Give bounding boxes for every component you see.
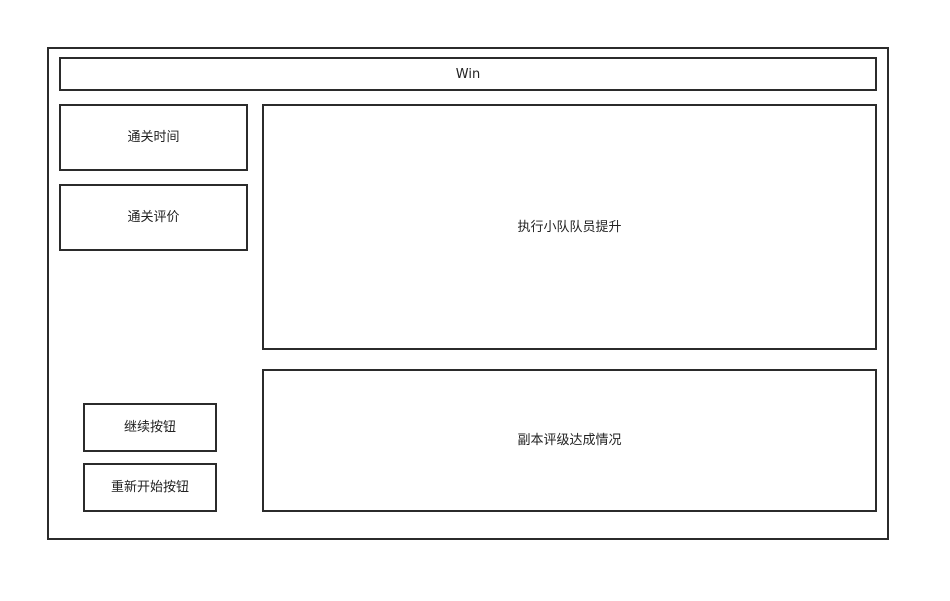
clear-rating-panel: 通关评价	[59, 184, 248, 251]
continue-button[interactable]: 继续按钮	[83, 403, 217, 452]
dungeon-rating-label: 副本评级达成情况	[517, 433, 622, 448]
restart-button-label: 重新开始按钮	[110, 480, 189, 495]
clear-time-panel: 通关时间	[59, 104, 248, 171]
clear-time-label: 通关时间	[127, 130, 180, 145]
restart-button[interactable]: 重新开始按钮	[83, 463, 217, 512]
window-title: Win	[455, 66, 481, 82]
continue-button-label: 继续按钮	[123, 420, 176, 435]
window-title-bar: Win	[59, 57, 877, 91]
dungeon-rating-panel: 副本评级达成情况	[262, 369, 877, 512]
clear-rating-label: 通关评价	[127, 210, 180, 225]
team-upgrade-label: 执行小队队员提升	[517, 219, 622, 235]
team-upgrade-panel: 执行小队队员提升	[262, 104, 877, 350]
